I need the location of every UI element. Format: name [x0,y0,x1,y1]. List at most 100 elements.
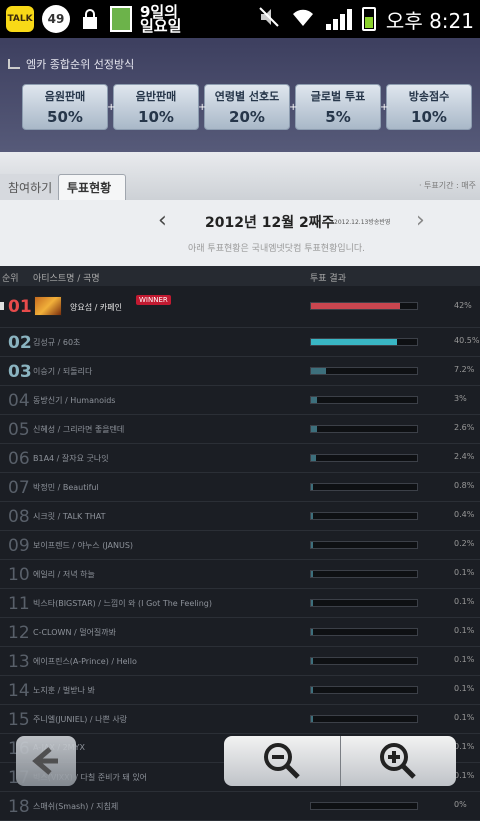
plus-icon: + [289,101,298,113]
vote-bar-fill [311,687,314,693]
criteria-panel: 엠카 종합순위 선정방식 음원판매 50% + 음반판매 10% + 연령별 선… [0,38,480,152]
vote-bar [310,628,418,636]
vote-bar [310,454,418,462]
chart-icon [8,59,20,69]
rank-number: 15 [8,710,30,730]
table-row[interactable]: 01 양요섭 / 카페인 WINNER 42% [0,286,480,328]
artist-song: 동방신기 / Humanoids [33,396,116,405]
vote-percent: 0.2% [454,539,475,548]
rank-number: 10 [8,565,30,585]
zoom-in-button[interactable] [341,736,457,786]
vote-percent: 0% [454,800,467,809]
vote-bar-fill [311,368,327,374]
back-button[interactable] [16,736,76,786]
artist-song: 빅스타(BIGSTAR) / 느낌이 와 (I Got The Feeling) [33,599,212,608]
rank-number: 04 [8,391,30,411]
criteria-label: 음원판매 [44,90,86,103]
vote-bar-fill [311,571,314,577]
table-header: 순위 아티스트명 / 곡명 투표 결과 [0,266,480,286]
artist-song: 양요섭 / 카페인 [70,303,122,312]
vote-bar [310,512,418,520]
table-row[interactable]: 02 김성규 / 60초 40.5% [0,328,480,357]
table-row[interactable]: 06 B1A4 / 잘자요 굿나잇 2.4% [0,444,480,473]
status-bar: TALK 49 9일의 일요일 오후 8:21 [0,0,480,38]
vote-percent: 0.1% [454,568,475,577]
criteria-card-broadcast: 방송점수 10% [386,84,472,130]
artist-song: 김성규 / 60초 [33,338,81,347]
day-widget: 9일의 일요일 [140,3,182,35]
vote-bar [310,302,418,310]
rank-number: 18 [8,797,30,817]
week-nav: ‹ 2012년 12월 2째주 2012.12.13방송반영 › 아래 투표현황… [0,200,480,266]
table-row[interactable]: 07 박정민 / Beautiful 0.8% [0,473,480,502]
vote-percent: 0.1% [454,597,475,606]
table-row[interactable]: 13 에이프린스(A-Prince) / Hello 0.1% [0,647,480,676]
vote-percent: 2.4% [454,452,475,461]
vote-period: · 투표기간 : 매주 [418,181,476,190]
table-row[interactable]: 11 빅스타(BIGSTAR) / 느낌이 와 (I Got The Feelin… [0,589,480,618]
criteria-percent: 10% [138,108,174,126]
table-row[interactable]: 03 이승기 / 되돌리다 7.2% [0,357,480,386]
artist-song: 박정민 / Beautiful [33,483,99,492]
prev-week-button[interactable]: ‹ [158,208,167,233]
vote-percent: 0.1% [454,655,475,664]
rank-number: 01 [8,297,32,317]
winner-badge: WINNER [136,295,171,305]
tab-vote-status[interactable]: 투표현황 [58,174,126,200]
vote-bar-fill [311,484,314,490]
header-artist: 아티스트명 / 곡명 [33,274,100,284]
vote-bar-fill [311,600,314,606]
vote-bar [310,396,418,404]
lock-icon [78,6,102,32]
talk-icon: TALK [6,6,34,32]
plus-icon: + [380,101,389,113]
vote-bar-fill [311,716,314,722]
table-row[interactable]: 05 신혜성 / 그리라면 좋을텐데 2.6% [0,415,480,444]
rank-number: 02 [8,333,32,353]
vote-bar [310,570,418,578]
artist-song: 에이프린스(A-Prince) / Hello [33,657,137,666]
table-row[interactable]: 14 노지훈 / 벌받나 봐 0.1% [0,676,480,705]
artist-song: 시크릿 / TALK THAT [33,512,106,521]
criteria-label: 연령별 선호도 [214,90,280,103]
zoom-controls [224,736,456,786]
vote-bar [310,338,418,346]
zoom-out-icon [263,743,300,779]
artist-song: 주니엘(JUNIEL) / 나쁜 사랑 [33,715,128,724]
table-row[interactable]: 04 동방신기 / Humanoids 3% [0,386,480,415]
table-row[interactable]: 10 에일리 / 저녁 하늘 0.1% [0,560,480,589]
zoom-in-icon [380,743,417,779]
rank-number: 09 [8,536,30,556]
rank-number: 03 [8,362,32,382]
table-row[interactable]: 12 C-CLOWN / 멀어질까봐 0.1% [0,618,480,647]
criteria-card-album: 음반판매 10% [113,84,199,130]
vote-percent: 2.6% [454,423,475,432]
artist-song: 에일리 / 저녁 하늘 [33,570,95,579]
vote-bar [310,599,418,607]
table-row[interactable]: 15 주니엘(JUNIEL) / 나쁜 사랑 0.1% [0,705,480,734]
rank-number: 07 [8,478,30,498]
vote-percent: 42% [454,301,472,310]
artist-song: C-CLOWN / 멀어질까봐 [33,628,117,637]
criteria-percent: 50% [47,108,83,126]
tab-join[interactable]: 참여하기 [0,174,62,200]
criteria-card-global: 글로벌 투표 5% [295,84,381,130]
zoom-out-button[interactable] [224,736,340,786]
vote-bar [310,715,418,723]
vote-percent: 0.1% [454,742,475,751]
next-week-button[interactable]: › [416,208,425,233]
rank-number: 13 [8,652,30,672]
mute-icon [258,6,280,32]
table-row[interactable]: 09 보이프렌드 / 야누스 (JANUS) 0.2% [0,531,480,560]
header-rank: 순위 [2,274,19,284]
vote-percent: 0.1% [454,771,475,780]
vote-percent: 0.1% [454,713,475,722]
notification-badge: 49 [42,5,70,33]
ranking-list: 01 양요섭 / 카페인 WINNER 42% 02 김성규 / 60초 40.5% 03 이승… [0,286,480,821]
vote-bar-fill [311,658,314,664]
vote-bar-fill [311,513,314,519]
table-row[interactable]: 08 시크릿 / TALK THAT 0.4% [0,502,480,531]
clock: 오후 8:21 [385,8,474,33]
table-row[interactable]: 18 스매쉬(Smash) / 지침제 0% [0,792,480,821]
status-left: TALK 49 9일의 일요일 [6,3,182,35]
